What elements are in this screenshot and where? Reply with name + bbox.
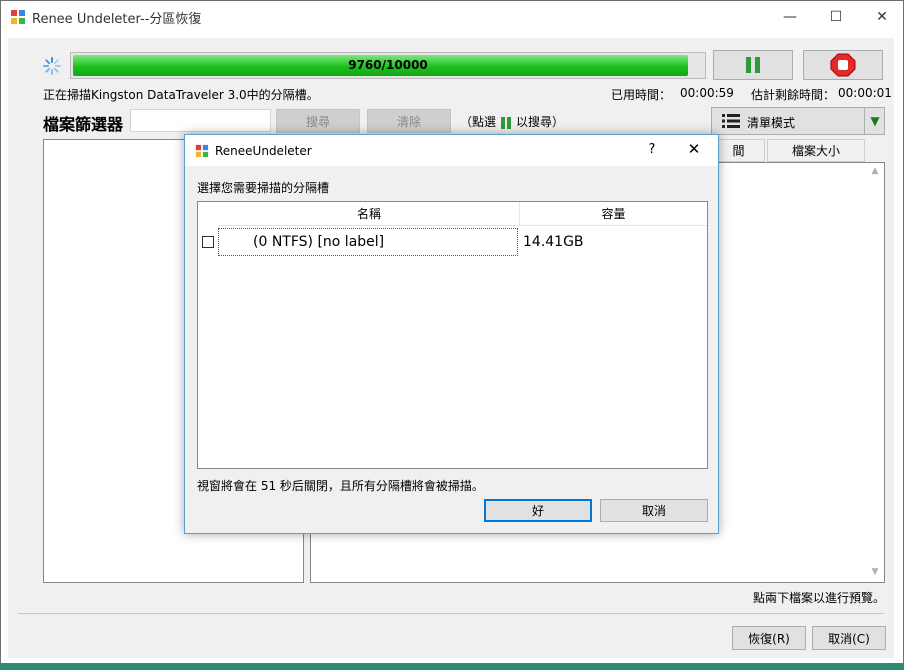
partition-checkbox[interactable] xyxy=(202,236,214,248)
window-title: Renee Undeleter--分區恢復 xyxy=(32,12,202,27)
remaining-time-label: 估計剩餘時間： xyxy=(751,88,836,102)
search-button[interactable]: 搜尋 xyxy=(276,109,360,133)
divider xyxy=(18,613,884,614)
remaining-time-value: 00:00:01 xyxy=(838,86,892,100)
auto-close-notice: 視窗將會在 51 秒后關閉，且所有分隔槽將會被掃描。 xyxy=(197,479,484,493)
scan-progress-bar: 9760/10000 xyxy=(70,52,706,79)
recover-button[interactable]: 恢復(R) xyxy=(732,626,806,650)
title-bar: Renee Undeleter--分區恢復 — ☐ ✕ xyxy=(1,1,903,32)
dropdown-arrow-icon[interactable]: ▼ xyxy=(864,108,885,134)
maximize-icon: ☐ xyxy=(829,8,843,25)
scan-status: 正在掃描Kingston DataTraveler 3.0中的分隔槽。 xyxy=(43,88,319,102)
elapsed-time-value: 00:00:59 xyxy=(680,86,734,100)
partition-capacity: 14.41GB xyxy=(523,234,584,250)
search-hint: （點選 以搜尋） xyxy=(460,113,564,130)
scroll-up-icon[interactable]: ▲ xyxy=(868,166,882,180)
view-mode-dropdown[interactable]: 清單模式 ▼ xyxy=(711,107,885,135)
scroll-down-icon[interactable]: ▼ xyxy=(868,567,882,581)
clear-button[interactable]: 清除 xyxy=(367,109,451,133)
partition-select-dialog: ReneeUndeleter ? ✕ 選擇您需要掃描的分隔槽 名稱 容量 (0 … xyxy=(184,134,719,534)
partition-table: 名稱 容量 (0 NTFS) [no label] 14.41GB xyxy=(197,201,708,469)
dialog-prompt: 選擇您需要掃描的分隔槽 xyxy=(197,181,330,195)
maximize-button[interactable]: ☐ xyxy=(813,1,859,32)
minimize-icon: — xyxy=(783,8,797,25)
dialog-title-bar: ReneeUndeleter ? ✕ xyxy=(185,135,718,166)
help-icon[interactable]: ? xyxy=(642,142,662,157)
close-icon: ✕ xyxy=(876,8,888,25)
partition-name: (0 NTFS) [no label] xyxy=(253,234,385,250)
preview-hint: 點兩下檔案以進行預覽。 xyxy=(753,591,886,605)
search-hint-prefix: （點選 xyxy=(460,115,497,129)
app-icon xyxy=(11,10,25,24)
ok-button[interactable]: 好 xyxy=(484,499,592,522)
stop-icon xyxy=(830,53,856,77)
pause-icon xyxy=(501,116,512,129)
cancel-button[interactable]: 取消(C) xyxy=(812,626,886,650)
pause-button[interactable] xyxy=(713,50,793,80)
dialog-cancel-button[interactable]: 取消 xyxy=(600,499,708,522)
column-header-capacity[interactable]: 容量 xyxy=(520,202,707,226)
column-header-name[interactable]: 名稱 xyxy=(219,202,520,226)
pause-icon xyxy=(746,57,760,73)
column-header-file-size[interactable]: 檔案大小 xyxy=(767,139,865,162)
minimize-button[interactable]: — xyxy=(767,1,813,32)
close-button[interactable]: ✕ xyxy=(859,1,904,32)
dialog-title: ReneeUndeleter xyxy=(215,144,312,158)
loading-spinner-icon xyxy=(43,57,61,75)
app-icon xyxy=(195,144,209,158)
file-filter-label: 檔案篩選器 xyxy=(43,115,124,134)
stop-button[interactable] xyxy=(803,50,883,80)
progress-text: 9760/10000 xyxy=(348,58,428,72)
list-icon xyxy=(722,114,740,128)
view-mode-label: 清單模式 xyxy=(747,116,796,130)
dialog-close-icon[interactable]: ✕ xyxy=(682,140,706,158)
column-header-time[interactable]: 間 xyxy=(712,139,765,162)
search-hint-suffix: 以搜尋） xyxy=(516,115,565,129)
elapsed-time-label: 已用時間： xyxy=(611,88,672,102)
filter-input[interactable] xyxy=(130,109,271,132)
